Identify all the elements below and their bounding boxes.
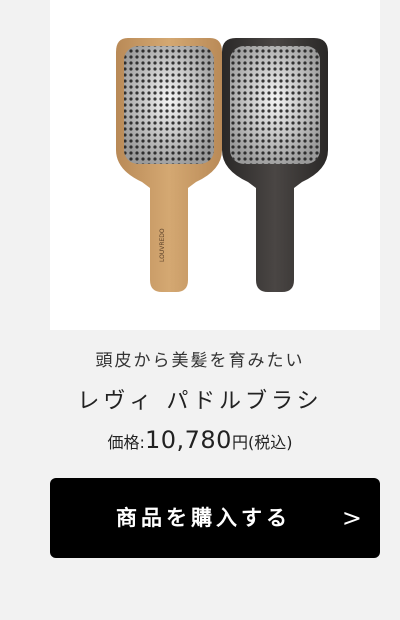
buy-button[interactable]: 商品を購入する > xyxy=(50,478,380,558)
product-price: 価格:10,780円(税込) xyxy=(0,426,400,454)
dark-brush xyxy=(222,38,328,292)
brush-logo-text: LOUVREDO xyxy=(159,228,166,262)
price-currency: 円 xyxy=(231,433,248,452)
buy-button-label: 商品を購入する xyxy=(116,506,291,530)
product-image: LOUVREDO xyxy=(50,0,380,330)
price-value: 10,780 xyxy=(144,426,232,454)
price-label: 価格: xyxy=(107,433,145,452)
product-name: レヴィ パドルブラシ xyxy=(77,389,323,414)
wooden-brush: LOUVREDO xyxy=(116,38,222,292)
product-tagline: 頭皮から美髪を育みたい xyxy=(95,351,305,371)
price-tax-note: (税込) xyxy=(247,433,293,452)
chevron-right-icon: > xyxy=(341,504,362,532)
paddle-brushes-image: LOUVREDO xyxy=(116,38,328,292)
